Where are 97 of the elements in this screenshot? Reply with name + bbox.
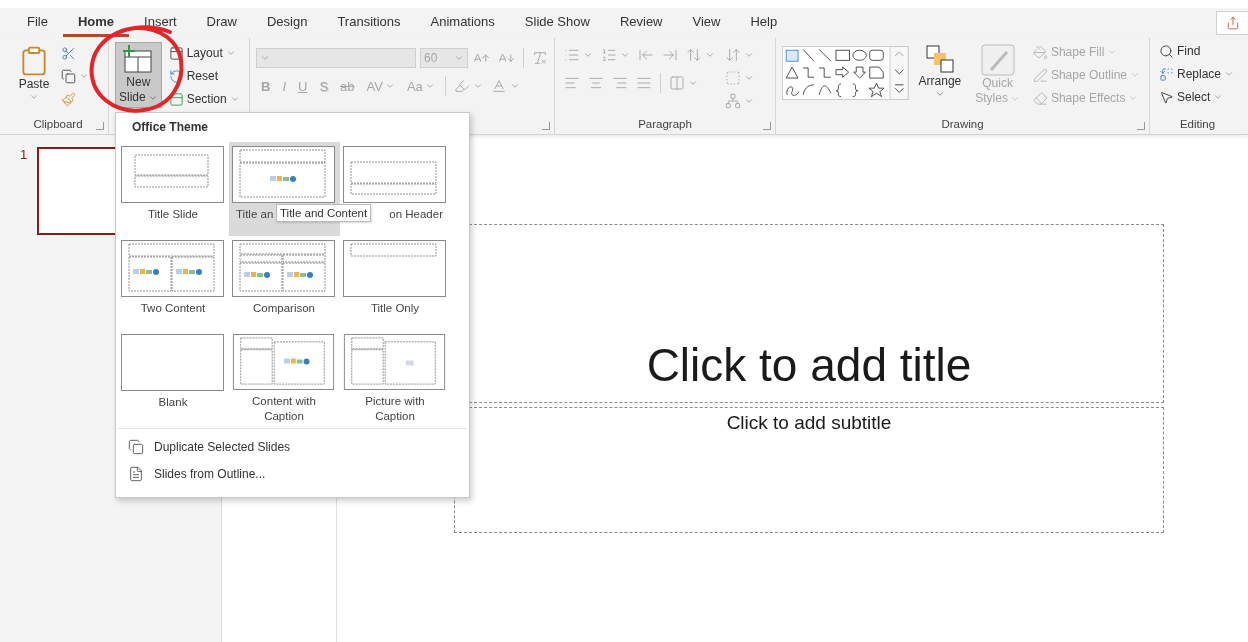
ribbon-tab[interactable]: Slide Show [509, 9, 605, 37]
section-button[interactable]: Section [165, 88, 243, 110]
pen-icon [1032, 67, 1048, 83]
tooltip: Title and Content [276, 204, 372, 222]
caret-icon [934, 89, 945, 99]
ribbon-tab[interactable]: View [677, 9, 736, 37]
layout-button[interactable]: Layout [165, 42, 243, 64]
dialog-launcher-icon[interactable] [542, 122, 550, 130]
line-spacing-icon [686, 47, 702, 63]
caret-icon [260, 53, 270, 63]
select-button[interactable]: Select [1156, 86, 1238, 108]
ribbon-tab[interactable]: Review [604, 9, 678, 37]
duplicate-icon [128, 438, 144, 455]
ribbon-tab[interactable]: File [12, 9, 63, 37]
section-icon [168, 91, 184, 107]
menu-heading: Office Theme [131, 119, 210, 136]
caret-icon [472, 81, 483, 91]
columns-icon [669, 75, 685, 91]
arrange-icon [924, 44, 955, 74]
align-left-icon [564, 75, 580, 91]
caret-icon [79, 71, 89, 81]
align-text-icon [725, 70, 741, 86]
align-right-icon [612, 75, 628, 91]
group-label: Paragraph [637, 117, 693, 132]
layout-option[interactable]: Picture with Caption [340, 330, 451, 424]
bullet-list-icon [564, 47, 580, 63]
quick-styles-icon [980, 44, 1015, 76]
group-label: Clipboard [32, 117, 84, 132]
layout-option[interactable]: Two Content [118, 236, 229, 330]
dialog-launcher-icon[interactable] [763, 122, 771, 130]
group-label: Drawing [940, 117, 985, 132]
ribbon-tab[interactable]: Help [735, 9, 793, 37]
scissors-icon [61, 45, 76, 61]
ribbon-tab[interactable]: Draw [191, 9, 252, 37]
smartart-icon [725, 93, 741, 109]
caret-icon [1130, 70, 1140, 80]
dialog-launcher-icon[interactable] [1137, 122, 1145, 130]
reset-button[interactable]: Reset [165, 65, 243, 87]
font-name-field[interactable] [256, 48, 416, 68]
slide-number: 1 [20, 147, 28, 162]
caret-icon [384, 81, 395, 91]
paste-button[interactable]: Paste [14, 42, 54, 105]
layout-option[interactable]: Title Slide [118, 142, 229, 236]
reset-icon [168, 68, 184, 84]
caret-icon [1128, 93, 1139, 103]
increase-indent-icon [662, 47, 678, 63]
replace-button[interactable]: Replace [1156, 63, 1238, 85]
ribbon-tab[interactable]: Design [251, 9, 323, 37]
layout-option[interactable]: Content with Caption [229, 330, 340, 424]
caret-icon [620, 50, 630, 60]
caret-icon [744, 73, 754, 83]
justify-icon [636, 75, 652, 91]
caret-icon [225, 48, 236, 58]
caret-icon [583, 50, 593, 60]
decrease-indent-icon [638, 47, 654, 63]
ribbon-tab[interactable]: Insert [129, 9, 192, 37]
document-icon [128, 465, 144, 482]
slide-thumbnail[interactable] [37, 147, 118, 235]
copy-icon [61, 68, 76, 84]
pointer-icon [1159, 89, 1174, 105]
layout-option[interactable]: Blank [118, 330, 229, 424]
caret-icon [705, 50, 715, 60]
caret-icon [1107, 47, 1118, 57]
caret-icon [1213, 92, 1224, 102]
new-slide-button[interactable]: New Slide [115, 42, 162, 108]
highlighter-icon [453, 78, 470, 94]
text-direction-icon [725, 47, 741, 63]
group-label: Editing [1178, 117, 1217, 132]
clear-formatting-icon [532, 50, 548, 66]
caret-icon [229, 94, 240, 104]
ribbon-tab[interactable]: Transitions [322, 9, 416, 37]
layout-option[interactable]: Title Only [340, 236, 451, 330]
search-icon [1159, 43, 1174, 59]
share-button[interactable] [1216, 11, 1248, 35]
caret-icon [454, 53, 464, 63]
ribbon-tab[interactable]: Animations [415, 9, 510, 37]
caret-icon [29, 92, 39, 102]
layout-option[interactable]: Comparison [229, 236, 340, 330]
find-button[interactable]: Find [1156, 40, 1238, 62]
paint-bucket-icon [1032, 44, 1048, 60]
font-color-icon [490, 78, 507, 94]
caret-icon [688, 78, 698, 88]
replace-icon [1159, 66, 1174, 82]
align-center-icon [588, 75, 604, 91]
new-slide-icon [122, 45, 155, 75]
dialog-launcher-icon[interactable] [96, 122, 104, 130]
caret-icon [744, 96, 754, 106]
share-icon [1225, 16, 1240, 30]
eraser-icon [1032, 90, 1048, 106]
caret-icon [1224, 69, 1235, 79]
paintbrush-icon [61, 91, 76, 107]
layout-icon [168, 45, 184, 61]
numbered-list-icon [601, 47, 617, 63]
arrange-button[interactable]: Arrange [914, 41, 966, 102]
caret-icon [509, 81, 520, 91]
caret-icon [744, 50, 754, 60]
caret-icon [424, 81, 435, 91]
